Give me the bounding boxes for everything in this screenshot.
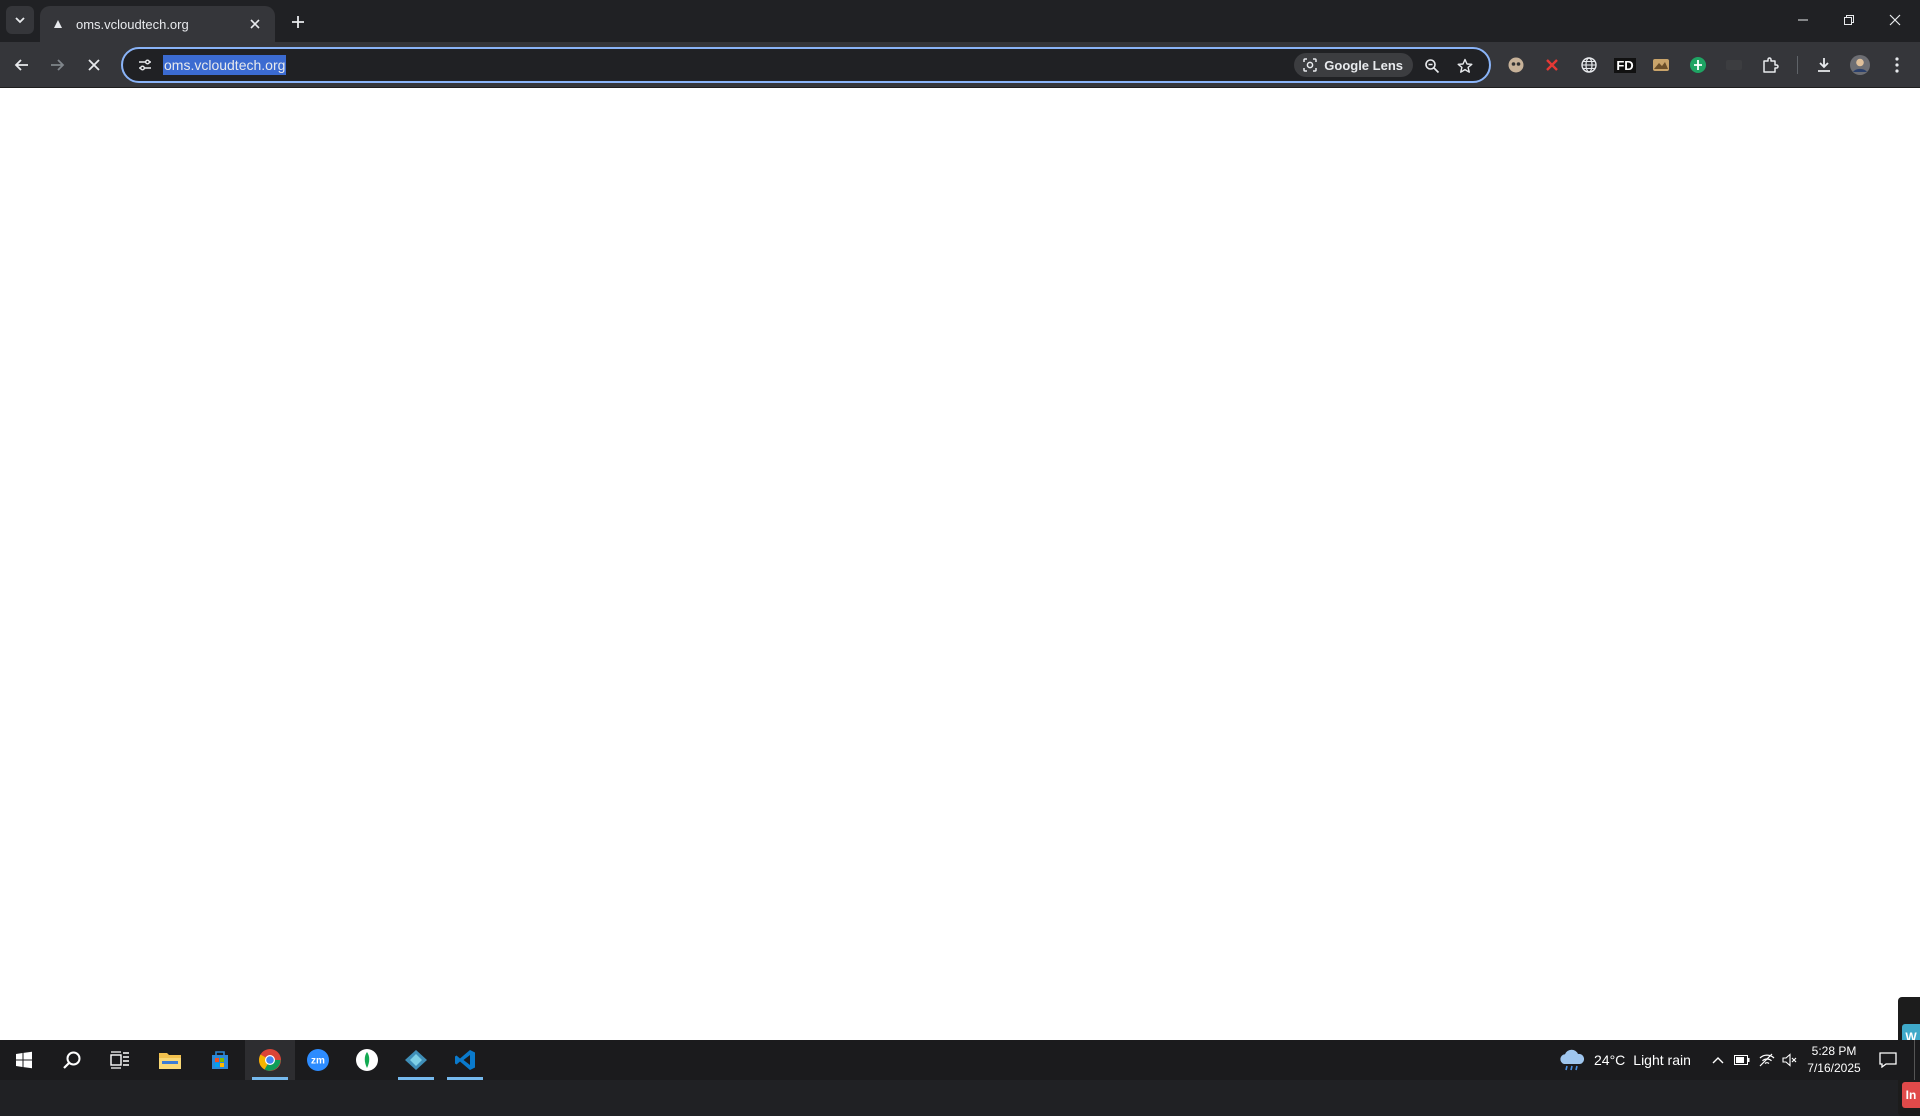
diamond-app-button[interactable] [392, 1040, 440, 1080]
mongodb-compass-button[interactable] [343, 1040, 391, 1080]
network-icon[interactable] [1756, 1048, 1778, 1072]
puzzle-extensions-icon[interactable] [1756, 51, 1784, 79]
chevron-up-icon [1712, 1057, 1724, 1064]
avatar-extension-icon[interactable] [1502, 51, 1530, 79]
close-icon [1889, 14, 1901, 26]
google-lens-icon [1303, 58, 1318, 72]
browser-toolbar: oms.vcloudtech.org Google Lens FD [0, 42, 1920, 88]
svg-text:zm: zm [311, 1056, 325, 1067]
show-desktop-button[interactable] [1914, 1040, 1920, 1080]
file-explorer-icon [159, 1053, 181, 1069]
stop-loading-button[interactable] [78, 49, 110, 81]
notification-icon [1879, 1052, 1897, 1068]
zoom-app-icon: zm [307, 1049, 329, 1071]
app-diamond-icon [405, 1050, 427, 1070]
windows-taskbar: zm 24°C Light rain 5:28 PM 7/16/2025 [0, 1040, 1920, 1080]
url-input[interactable]: oms.vcloudtech.org [163, 55, 287, 75]
bookmark-star-icon[interactable] [1452, 53, 1478, 79]
clock-date: 7/16/2025 [1807, 1061, 1861, 1075]
vscode-icon [455, 1050, 475, 1070]
tab-active[interactable]: oms.vcloudtech.org [40, 6, 275, 42]
profile-avatar-icon[interactable] [1846, 51, 1874, 79]
start-button[interactable] [0, 1040, 48, 1080]
address-bar[interactable]: oms.vcloudtech.org Google Lens [121, 47, 1491, 83]
restore-button[interactable] [1826, 0, 1872, 40]
stop-loading-icon [88, 59, 100, 71]
plus-icon [292, 16, 304, 28]
chevron-down-icon [15, 17, 25, 24]
new-tab-button[interactable] [284, 8, 312, 36]
site-info-icon[interactable] [127, 49, 163, 81]
window-close-button[interactable] [1872, 0, 1918, 40]
back-button[interactable] [6, 49, 38, 81]
fd-extension-label: FD [1614, 57, 1636, 73]
fd-extension-icon[interactable]: FD [1611, 51, 1639, 79]
zoom-taskbar-button[interactable]: zm [294, 1040, 342, 1080]
windows-start-icon [16, 1051, 32, 1069]
forward-button[interactable] [41, 49, 73, 81]
menu-dots-icon[interactable] [1883, 51, 1911, 79]
show-hidden-icons-button[interactable] [1707, 1048, 1729, 1072]
restore-icon [1844, 15, 1854, 25]
rain-cloud-icon [1560, 1049, 1585, 1071]
microsoft-store-button[interactable] [196, 1040, 244, 1080]
grey-extension-icon[interactable] [1720, 51, 1748, 79]
clock-time: 5:28 PM [1811, 1044, 1857, 1058]
tab-search-button[interactable] [6, 6, 34, 34]
google-lens-label: Google Lens [1324, 57, 1403, 73]
chrome-icon [259, 1049, 281, 1071]
toolbar-separator [1797, 56, 1798, 74]
task-view-button[interactable] [96, 1040, 144, 1080]
file-explorer-button[interactable] [146, 1040, 194, 1080]
weather-condition: Light rain [1633, 1052, 1691, 1068]
notification-center-button[interactable] [1875, 1048, 1901, 1072]
mongodb-compass-icon [356, 1049, 378, 1071]
globe-extension-icon[interactable] [1575, 51, 1603, 79]
tab-close-icon[interactable] [245, 14, 265, 34]
green-extension-icon[interactable] [1684, 51, 1712, 79]
vscode-taskbar-button[interactable] [441, 1040, 489, 1080]
weather-widget[interactable]: 24°C Light rain [1558, 1040, 1691, 1080]
volume-muted-icon[interactable] [1779, 1048, 1801, 1072]
weather-temperature: 24°C [1594, 1052, 1626, 1068]
tab-strip: oms.vcloudtech.org [0, 0, 1920, 42]
page-content: W A In [0, 88, 1920, 1116]
minimize-button[interactable] [1780, 0, 1826, 40]
site-favicon [50, 16, 66, 32]
chrome-taskbar-button[interactable] [245, 1040, 295, 1080]
search-icon [63, 1051, 81, 1069]
taskbar-search-button[interactable] [48, 1040, 96, 1080]
task-view-icon [110, 1051, 129, 1069]
back-icon [14, 59, 28, 71]
download-icon[interactable] [1810, 51, 1838, 79]
red-x-extension-icon[interactable] [1538, 51, 1566, 79]
zoom-icon[interactable] [1419, 53, 1445, 79]
google-lens-chip[interactable]: Google Lens [1294, 53, 1413, 77]
side-widget-button-in[interactable]: In [1902, 1082, 1920, 1108]
image-extension-icon[interactable] [1647, 51, 1675, 79]
forward-icon [51, 59, 65, 71]
microsoft-store-icon [212, 1051, 228, 1069]
minimize-icon [1798, 19, 1808, 21]
tab-title: oms.vcloudtech.org [76, 16, 189, 32]
battery-icon[interactable] [1731, 1048, 1753, 1072]
taskbar-clock[interactable]: 5:28 PM 7/16/2025 [1800, 1043, 1868, 1077]
